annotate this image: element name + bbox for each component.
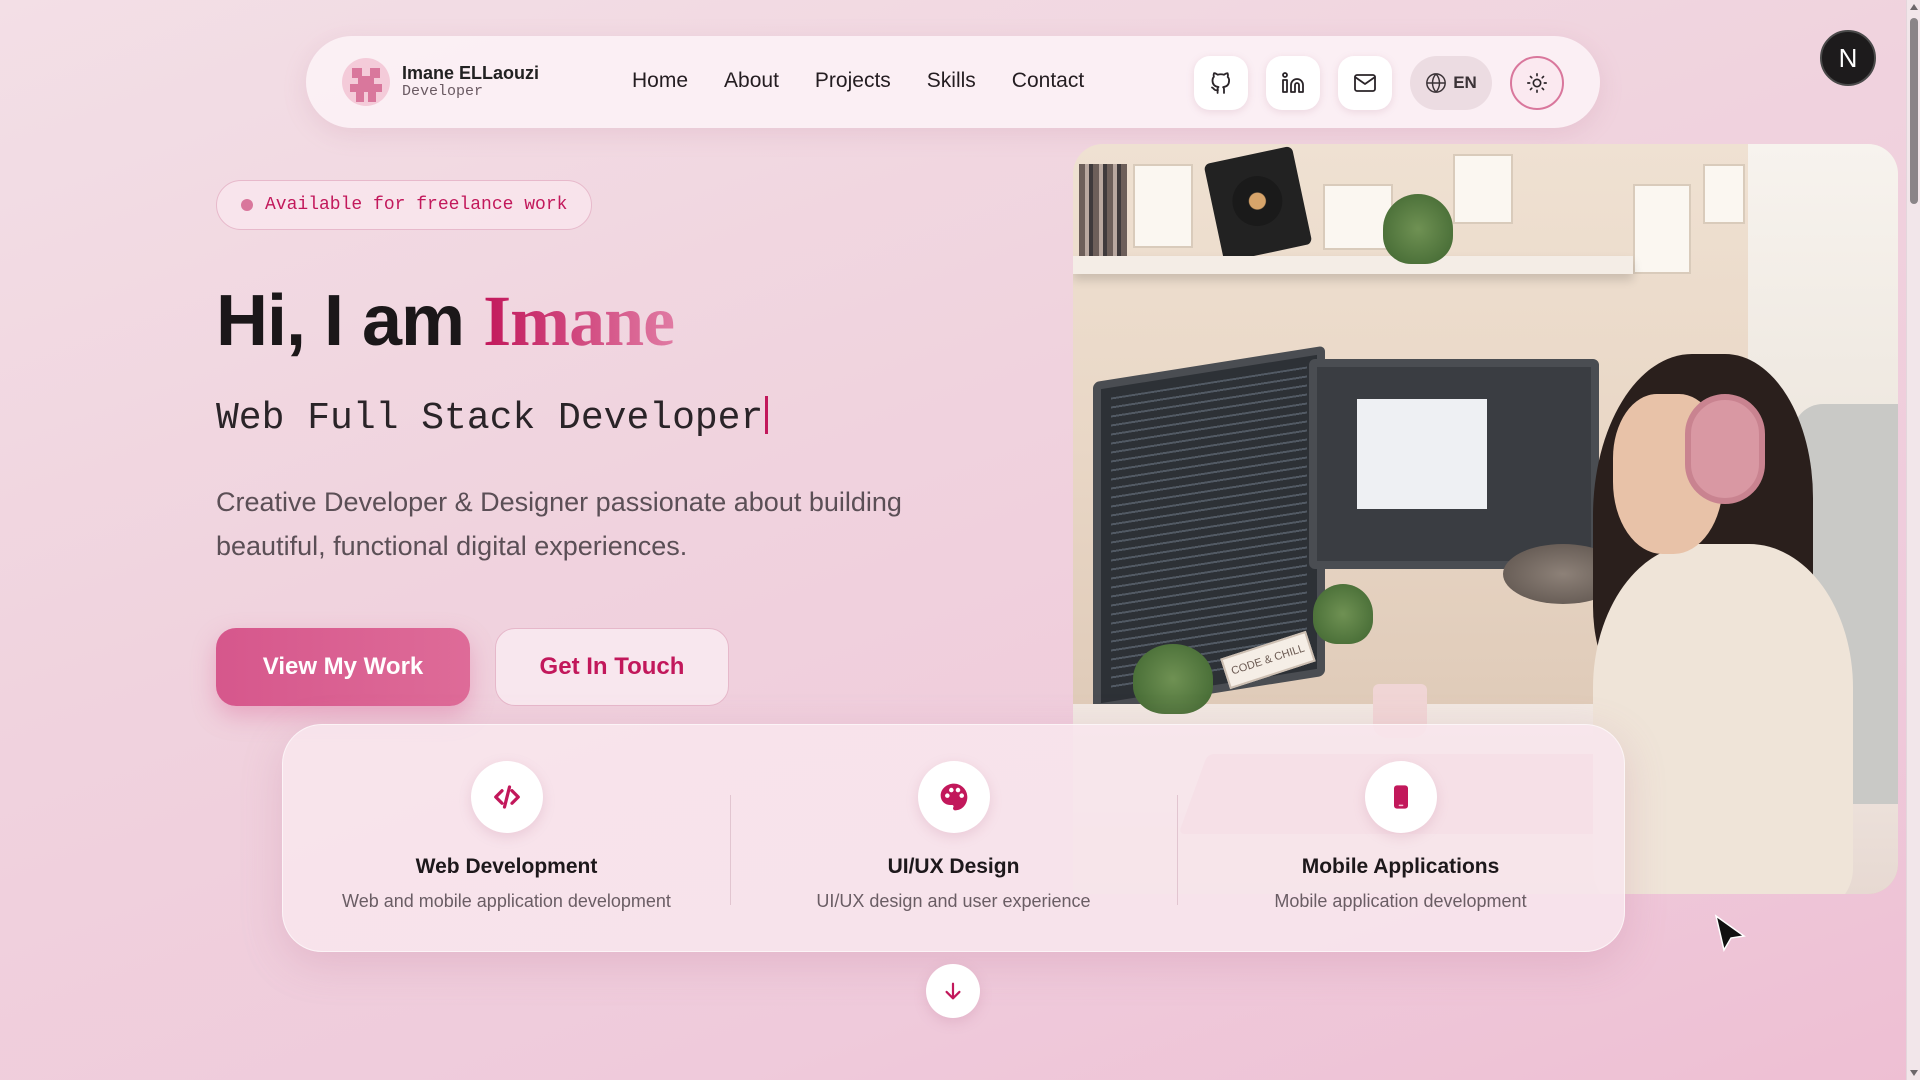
language-button[interactable]: EN — [1410, 56, 1492, 110]
scroll-up-arrow-icon[interactable] — [1910, 4, 1918, 10]
user-avatar[interactable]: N — [1820, 30, 1876, 86]
hero-title-prefix: Hi, I am — [216, 281, 484, 361]
service-title: UI/UX Design — [887, 855, 1020, 878]
service-icon-wrapper — [917, 761, 990, 833]
brand-name: Imane ELLaouzi — [402, 63, 540, 83]
hero-description: Creative Developer & Designer passionate… — [216, 487, 902, 561]
globe-icon — [1426, 73, 1447, 93]
service-title: Mobile Applications — [1301, 855, 1500, 878]
availability-text: Available for freelance work — [265, 195, 568, 215]
language-label: EN — [1453, 73, 1477, 92]
typing-caret — [765, 396, 769, 434]
linkedin-button[interactable] — [1266, 56, 1320, 110]
hero-title-name: Imane — [483, 281, 675, 361]
service-description: UI/UX design and user experience — [816, 891, 1091, 911]
service-ui-ux-design: UI/UX Design UI/UX design and user exper… — [730, 725, 1177, 951]
nav-link-projects[interactable]: Projects — [815, 69, 891, 93]
availability-badge: Available for freelance work — [216, 180, 593, 230]
service-title: Web Development — [415, 855, 598, 878]
brand[interactable]: Imane ELLaouzi Developer — [342, 58, 539, 106]
top-navbar: Imane ELLaouzi Developer Home About Proj… — [306, 36, 1600, 128]
service-mobile-applications: Mobile Applications Mobile application d… — [1177, 725, 1624, 951]
nav-link-contact[interactable]: Contact — [1012, 69, 1084, 93]
brand-role: Developer — [402, 83, 484, 100]
palette-icon — [940, 783, 967, 811]
page-scrollbar[interactable] — [1906, 0, 1920, 1080]
mail-icon — [1354, 74, 1376, 92]
nav-link-about[interactable]: About — [724, 69, 779, 93]
status-dot — [241, 199, 253, 211]
hero-title: Hi, I am Imane — [216, 280, 675, 363]
nav-links: Home About Projects Skills Contact — [632, 69, 1084, 93]
theme-toggle-button[interactable] — [1510, 56, 1564, 110]
nav-link-home[interactable]: Home — [632, 69, 688, 93]
smartphone-icon — [1393, 785, 1408, 809]
hero-subtitle-text: Web Full Stack Developer — [216, 397, 764, 440]
view-my-work-button[interactable]: View My Work — [216, 628, 470, 706]
get-in-touch-button[interactable]: Get In Touch — [495, 628, 729, 706]
arrow-down-icon — [945, 982, 961, 1000]
scrollbar-thumb[interactable] — [1910, 18, 1918, 204]
sun-icon — [1527, 73, 1547, 93]
scroll-down-arrow-icon[interactable] — [1910, 1070, 1918, 1076]
service-web-development: Web Development Web and mobile applicati… — [283, 725, 730, 951]
mail-button[interactable] — [1338, 56, 1392, 110]
linkedin-icon — [1282, 72, 1304, 93]
github-icon — [1211, 72, 1230, 94]
nav-actions: EN — [1194, 56, 1564, 110]
code-icon — [493, 785, 520, 809]
services-card: Web Development Web and mobile applicati… — [282, 724, 1625, 952]
nav-link-skills[interactable]: Skills — [927, 69, 976, 93]
service-icon-wrapper — [1364, 761, 1437, 833]
hero-subtitle: Web Full Stack Developer — [216, 396, 769, 440]
service-icon-wrapper — [470, 761, 543, 833]
mouse-cursor-icon — [1714, 914, 1746, 953]
brand-avatar — [342, 58, 390, 106]
scroll-down-button[interactable] — [926, 964, 980, 1018]
service-description: Mobile application development — [1274, 891, 1527, 911]
page: Imane ELLaouzi Developer Home About Proj… — [0, 0, 1920, 1080]
github-button[interactable] — [1194, 56, 1248, 110]
service-description: Web and mobile application development — [342, 891, 671, 911]
